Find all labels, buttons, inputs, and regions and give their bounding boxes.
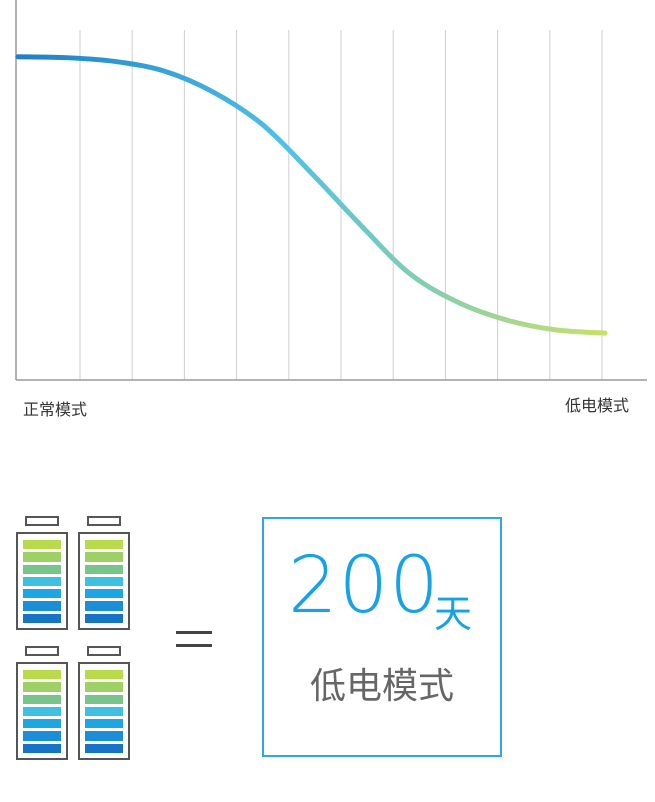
battery-cell — [85, 613, 123, 623]
battery-cell — [23, 694, 61, 704]
result-unit: 天 — [434, 592, 473, 636]
x-label-start: 正常模式 — [23, 400, 88, 419]
battery-cell — [85, 552, 123, 562]
result-box: 200 天 低电模式 — [262, 517, 502, 757]
battery-icon — [16, 516, 68, 630]
battery-cell — [85, 719, 123, 729]
decay-curve-chart — [15, 0, 647, 381]
battery-cell — [23, 613, 61, 623]
battery-cell — [23, 601, 61, 611]
battery-cell — [23, 706, 61, 717]
result-value: 200 — [288, 541, 440, 631]
battery-cell — [85, 589, 123, 599]
equals-sign — [176, 631, 212, 647]
battery-cell — [85, 670, 123, 680]
battery-cell — [85, 743, 123, 753]
battery-cell — [23, 719, 61, 729]
battery-cell — [85, 576, 123, 587]
x-label-end: 低电模式 — [565, 396, 630, 415]
battery-cell — [85, 731, 123, 741]
battery-cell — [23, 682, 61, 692]
battery-cell — [23, 589, 61, 599]
result-mode: 低电模式 — [309, 666, 454, 707]
battery-cell — [85, 540, 123, 550]
battery-cell — [85, 601, 123, 611]
battery-cell — [23, 552, 61, 562]
battery-cell — [85, 564, 123, 574]
battery-cell — [23, 670, 61, 680]
battery-cell — [85, 694, 123, 704]
battery-cell — [23, 743, 61, 753]
battery-cell — [23, 731, 61, 741]
battery-icon — [78, 646, 130, 760]
battery-icon — [78, 516, 130, 630]
battery-cell — [85, 706, 123, 717]
battery-cell — [85, 682, 123, 692]
battery-cell — [23, 540, 61, 550]
battery-cell — [23, 564, 61, 574]
battery-group — [16, 516, 132, 762]
battery-cell — [23, 576, 61, 587]
series-line — [15, 54, 608, 336]
battery-icon — [16, 646, 68, 760]
